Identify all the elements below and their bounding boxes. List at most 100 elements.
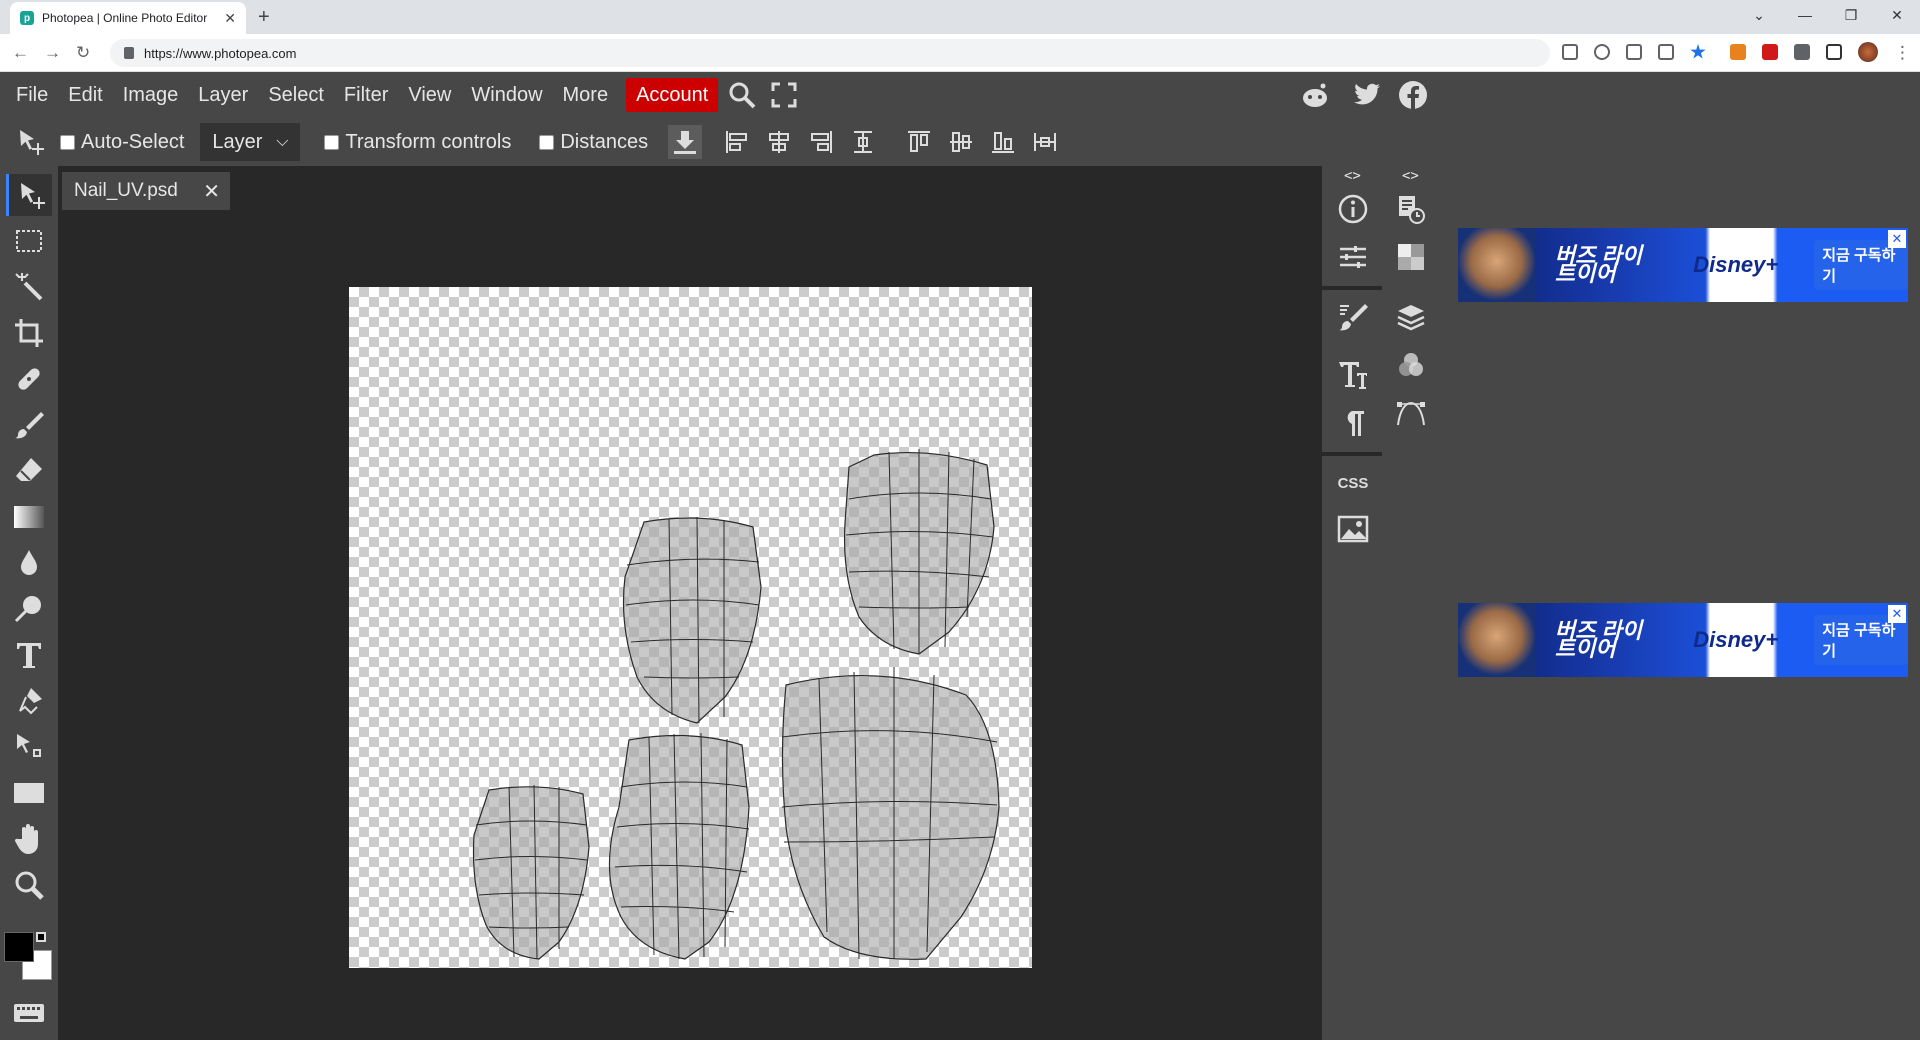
download-icon[interactable] — [668, 125, 703, 159]
fullscreen-icon[interactable] — [766, 78, 802, 112]
account-button[interactable]: Account — [626, 78, 719, 112]
paragraph-panel-button[interactable] — [1330, 402, 1376, 444]
character-panel-button[interactable] — [1330, 354, 1376, 396]
blur-tool[interactable] — [6, 542, 52, 584]
share-icon[interactable] — [1658, 44, 1674, 60]
eraser-tool[interactable] — [6, 450, 52, 492]
align-left-icon[interactable] — [720, 125, 754, 159]
forward-icon[interactable]: → — [44, 43, 61, 63]
menu-layer[interactable]: Layer — [188, 78, 258, 112]
layer-group-dropdown[interactable]: Layer ⌵ — [200, 123, 301, 161]
distances-box[interactable] — [539, 134, 555, 150]
hand-tool[interactable] — [6, 818, 52, 860]
gradient-tool[interactable] — [6, 496, 52, 538]
foreground-color-swatch[interactable] — [4, 932, 34, 962]
restore-icon[interactable]: ❐ — [1828, 0, 1874, 30]
menu-select[interactable]: Select — [258, 78, 334, 112]
page-icon[interactable] — [1626, 44, 1642, 60]
menu-image[interactable]: Image — [113, 78, 189, 112]
close-tab-icon[interactable]: ✕ — [224, 10, 236, 27]
expand-panel-right-toggle[interactable]: <> — [1402, 168, 1419, 184]
transform-controls-box[interactable] — [324, 134, 340, 150]
profile-avatar[interactable] — [1858, 42, 1878, 62]
metamask-extension-icon[interactable] — [1730, 44, 1746, 60]
menu-more[interactable]: More — [553, 78, 619, 112]
brush-settings-panel-button[interactable] — [1330, 296, 1376, 338]
minimize-icon[interactable]: — — [1782, 0, 1828, 30]
menu-edit[interactable]: Edit — [58, 78, 112, 112]
url-text: https://www.photopea.com — [144, 45, 297, 61]
extensions-puzzle-icon[interactable] — [1794, 44, 1810, 60]
facebook-icon[interactable] — [1398, 80, 1428, 110]
open-in-app-icon[interactable] — [1562, 44, 1578, 60]
new-tab-icon[interactable]: + — [258, 6, 270, 29]
rectangle-tool[interactable] — [6, 772, 52, 814]
layers-panel-button[interactable] — [1388, 296, 1434, 338]
image-panel-button[interactable] — [1330, 508, 1376, 550]
menu-file[interactable]: File — [6, 78, 58, 112]
menu-filter[interactable]: Filter — [334, 78, 398, 112]
swatches-icon — [1398, 244, 1424, 270]
document-canvas[interactable] — [349, 287, 1032, 968]
crop-tool[interactable] — [6, 312, 52, 354]
close-window-icon[interactable]: ✕ — [1874, 0, 1920, 30]
ad-close-icon-2[interactable]: ✕ — [1888, 605, 1906, 623]
type-tool[interactable] — [6, 634, 52, 676]
swap-colors-icon[interactable] — [36, 932, 46, 942]
zoom-tool[interactable] — [6, 864, 52, 906]
channels-panel-button[interactable] — [1388, 344, 1434, 386]
distribute-vertical-icon[interactable] — [846, 125, 880, 159]
align-right-icon[interactable] — [804, 125, 838, 159]
reddit-icon[interactable] — [1300, 80, 1330, 110]
document-tab[interactable]: Nail_UV.psd ✕ — [62, 172, 230, 210]
history-panel-button[interactable] — [1388, 188, 1434, 230]
move-tool[interactable] — [6, 174, 52, 216]
magic-wand-tool[interactable] — [6, 266, 52, 308]
brush-tool[interactable] — [6, 404, 52, 446]
zoom-icon[interactable] — [1594, 44, 1610, 60]
dodge-tool[interactable] — [6, 588, 52, 630]
ad-banner-top[interactable]: 버즈 라이트이어 Disney+ 지금 구독하기 ✕ — [1458, 228, 1908, 302]
menu-window[interactable]: Window — [461, 78, 552, 112]
ad-banner-bottom[interactable]: 버즈 라이트이어 Disney+ 지금 구독하기 ✕ — [1458, 603, 1908, 677]
auto-select-checkbox[interactable]: Auto-Select — [60, 131, 184, 154]
close-document-icon[interactable]: ✕ — [203, 179, 220, 204]
align-top-icon[interactable] — [902, 125, 936, 159]
transform-controls-checkbox[interactable]: Transform controls — [324, 131, 511, 154]
back-icon[interactable]: ← — [12, 43, 29, 63]
paths-panel-button[interactable] — [1388, 392, 1434, 434]
bookmark-star-icon[interactable] — [1690, 44, 1706, 59]
url-field[interactable]: https://www.photopea.com — [110, 39, 1550, 67]
healing-brush-tool[interactable] — [6, 358, 52, 400]
path-select-tool[interactable] — [6, 726, 52, 768]
ad-close-icon[interactable]: ✕ — [1888, 230, 1906, 248]
quick-mask-button[interactable] — [6, 992, 52, 1034]
tab-search-icon[interactable]: ⌄ — [1736, 0, 1782, 30]
foreground-background-colors[interactable] — [4, 932, 54, 982]
auto-select-box[interactable] — [60, 134, 75, 150]
gradient-icon — [14, 506, 44, 528]
swatches-panel-button[interactable] — [1388, 236, 1434, 278]
reload-icon[interactable]: ↻ — [76, 43, 90, 63]
sidebar-icon[interactable] — [1826, 44, 1842, 60]
expand-panel-left-toggle[interactable]: <> — [1344, 168, 1361, 184]
pen-tool[interactable] — [6, 680, 52, 722]
more-vertical-icon[interactable]: ⋮ — [1894, 43, 1911, 63]
properties-panel-button[interactable] — [1330, 236, 1376, 278]
panel-divider — [1322, 286, 1382, 290]
distribute-horizontal-icon[interactable] — [1028, 125, 1062, 159]
uv-island-bottom-middle — [608, 734, 750, 960]
shield-extension-icon[interactable] — [1762, 44, 1778, 60]
align-center-horizontal-icon[interactable] — [762, 125, 796, 159]
align-bottom-icon[interactable] — [986, 125, 1020, 159]
distances-checkbox[interactable]: Distances — [539, 131, 648, 154]
browser-tab[interactable]: p Photopea | Online Photo Editor ✕ — [10, 2, 246, 34]
align-middle-vertical-icon[interactable] — [944, 125, 978, 159]
search-icon[interactable] — [724, 78, 760, 112]
marquee-tool[interactable] — [6, 220, 52, 262]
tool-options-bar: Auto-Select Layer ⌵ Transform controls D… — [0, 118, 1440, 166]
info-panel-button[interactable] — [1330, 188, 1376, 230]
twitter-icon[interactable] — [1352, 80, 1382, 110]
menu-view[interactable]: View — [398, 78, 461, 112]
css-panel-button[interactable]: CSS — [1330, 462, 1376, 504]
